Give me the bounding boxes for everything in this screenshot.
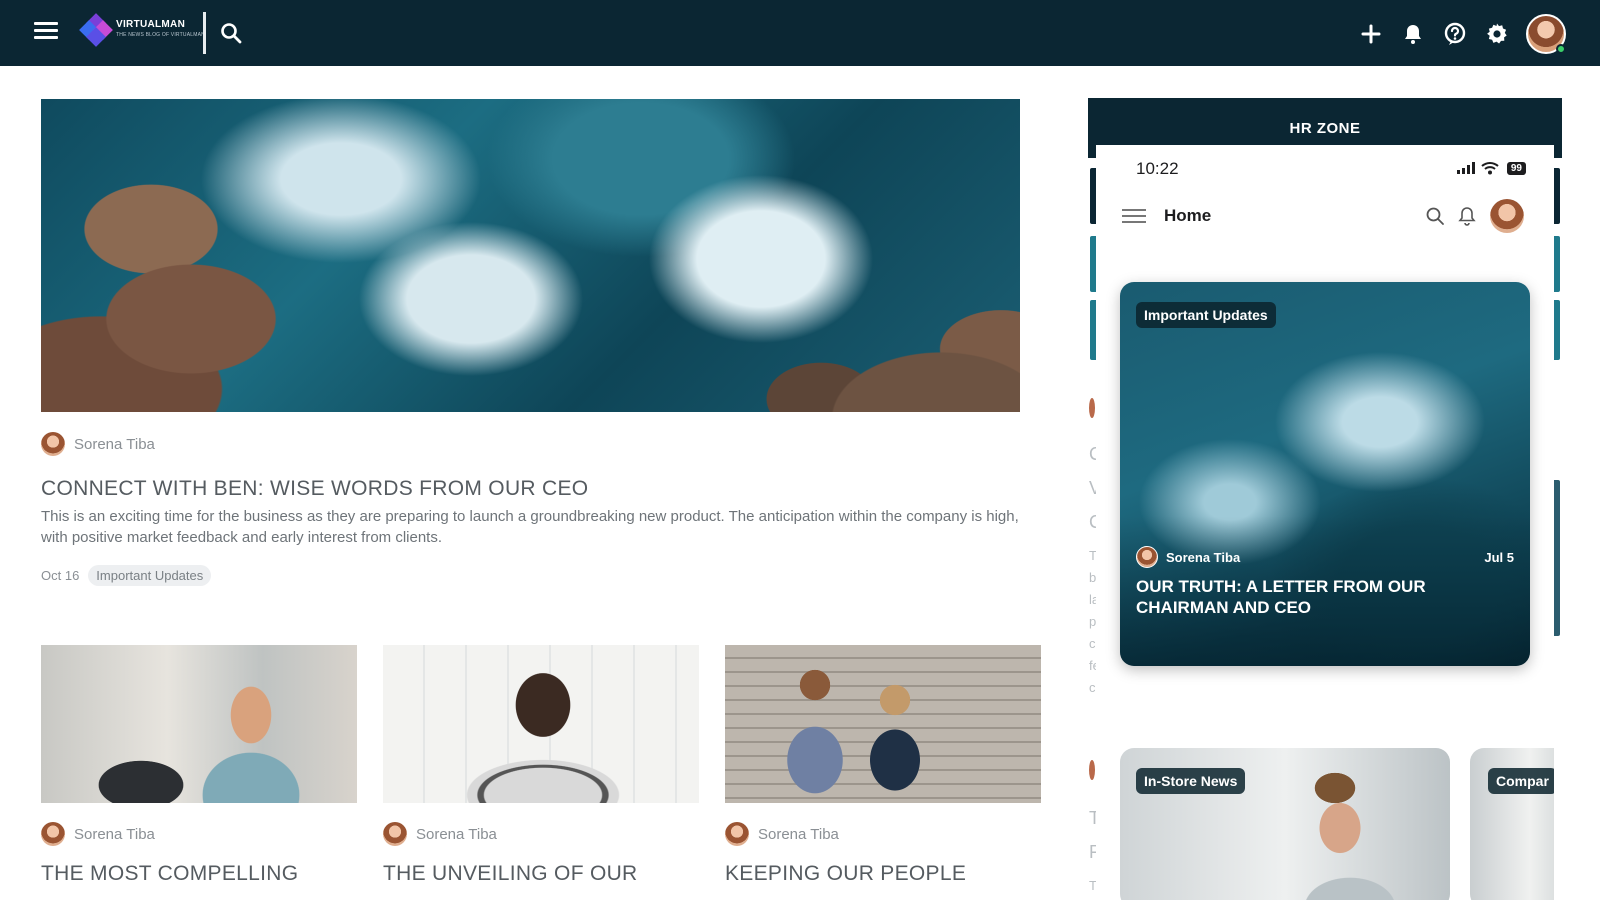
author-name: Sorena Tiba: [74, 435, 155, 453]
gear-icon[interactable]: [1484, 21, 1510, 47]
author-name: Sorena Tiba: [416, 825, 497, 843]
author-avatar: [725, 822, 749, 846]
screen-title: Home: [1164, 206, 1212, 225]
status-time: 10:22: [1136, 159, 1179, 178]
topbar-actions: [1342, 14, 1566, 54]
menu-icon[interactable]: [34, 22, 58, 42]
author-name: Sorena Tiba: [1166, 549, 1241, 565]
card-author[interactable]: Sorena Tiba: [41, 822, 155, 846]
post-card[interactable]: In-Store News: [1120, 748, 1450, 900]
author-avatar: [383, 822, 407, 846]
category-chip[interactable]: In-Store News: [1136, 768, 1246, 794]
category-chip[interactable]: Compar: [1488, 768, 1554, 794]
author-avatar: [1136, 546, 1158, 568]
article-card-title[interactable]: THE MOST COMPELLING: [41, 862, 298, 886]
user-avatar[interactable]: [1526, 14, 1566, 54]
featured-post-card[interactable]: Important Updates Sorena Tiba Jul 5 OUR …: [1120, 282, 1530, 666]
hamburger-icon[interactable]: [1122, 209, 1146, 227]
user-avatar[interactable]: [1490, 199, 1524, 233]
hero-article-excerpt: This is an exciting time for the busines…: [41, 508, 1019, 546]
phone-actions: [1414, 199, 1524, 233]
author-avatar: [41, 432, 65, 456]
bell-icon[interactable]: [1456, 205, 1478, 227]
article-card-title[interactable]: KEEPING OUR PEOPLE: [725, 862, 966, 886]
category-chip[interactable]: Important Updates: [1136, 302, 1276, 328]
card-author[interactable]: Sorena Tiba: [725, 822, 839, 846]
brand-logo[interactable]: VIRTUALMAN THE NEWS BLOG OF VIRTUALMAN: [79, 13, 205, 47]
panel-edge: [1089, 398, 1095, 418]
hr-zone-title[interactable]: HR ZONE: [1088, 120, 1562, 137]
post-card[interactable]: Compar: [1470, 748, 1554, 900]
article-card-image[interactable]: [383, 645, 699, 803]
logo-text: VIRTUALMAN THE NEWS BLOG OF VIRTUALMAN: [116, 19, 205, 38]
article-date: Oct 16: [41, 568, 80, 583]
featured-post-title: OUR TRUTH: A LETTER FROM OUR CHAIRMAN AN…: [1136, 577, 1426, 617]
logo-mark-icon: [79, 13, 113, 47]
search-icon[interactable]: [1424, 205, 1446, 227]
post-date: Jul 5: [1484, 550, 1514, 565]
wifi-icon: [1481, 162, 1499, 175]
online-status-dot: [1556, 44, 1566, 54]
author-name: Sorena Tiba: [74, 825, 155, 843]
hero-article-image[interactable]: [41, 99, 1020, 412]
peek-letter: c: [1089, 636, 1096, 651]
topbar-divider: [203, 12, 206, 54]
hero-article-title[interactable]: CONNECT WITH BEN: WISE WORDS FROM OUR CE…: [41, 477, 588, 501]
search-icon[interactable]: [220, 22, 242, 44]
plus-icon[interactable]: [1358, 21, 1384, 47]
status-icons: 99: [1456, 161, 1526, 175]
bell-icon[interactable]: [1400, 21, 1426, 47]
author-name: Sorena Tiba: [758, 825, 839, 843]
peek-letter: c: [1089, 680, 1096, 695]
article-card-title[interactable]: THE UNVEILING OF OUR: [383, 862, 638, 886]
hero-article-meta: Oct 16 Important Updates: [41, 565, 212, 586]
article-card-image[interactable]: [725, 645, 1041, 803]
panel-edge: [1089, 760, 1095, 780]
author-avatar: [41, 822, 65, 846]
card-author[interactable]: Sorena Tiba: [383, 822, 497, 846]
featured-author: Sorena Tiba: [1136, 546, 1240, 568]
battery-icon: 99: [1506, 161, 1526, 175]
help-icon[interactable]: [1442, 21, 1468, 47]
hero-author[interactable]: Sorena Tiba: [41, 432, 155, 456]
signal-icon: [1456, 162, 1475, 174]
category-tag[interactable]: Important Updates: [88, 565, 212, 586]
top-navigation-bar: VIRTUALMAN THE NEWS BLOG OF VIRTUALMAN: [0, 0, 1600, 66]
article-card-image[interactable]: [41, 645, 357, 803]
mobile-app-preview: 10:22 99 Home Important Updates Sorena T…: [1096, 145, 1554, 900]
